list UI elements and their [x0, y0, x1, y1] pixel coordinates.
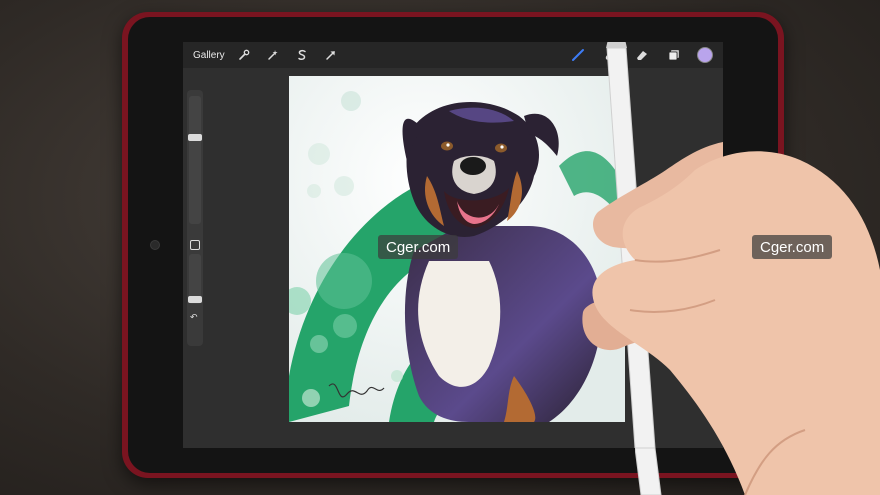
- watermark-left: Cger.com: [378, 235, 459, 259]
- brush-size-thumb[interactable]: [188, 134, 202, 141]
- brush-size-slider[interactable]: [188, 96, 202, 224]
- drawing-hand-off-screen: [592, 151, 880, 495]
- modify-button[interactable]: [190, 240, 200, 250]
- undo-button[interactable]: ↶: [190, 312, 198, 323]
- opacity-slider[interactable]: [188, 254, 202, 304]
- gallery-button[interactable]: Gallery: [193, 50, 225, 61]
- selection-s-icon[interactable]: [293, 46, 311, 64]
- opacity-thumb[interactable]: [188, 296, 202, 303]
- watermark-right: Cger.com: [752, 235, 833, 259]
- front-camera: [150, 240, 160, 250]
- transform-arrow-icon[interactable]: [322, 46, 340, 64]
- left-sidebar: ↶: [187, 90, 203, 346]
- wrench-icon[interactable]: [235, 46, 253, 64]
- apple-pencil-end: [635, 448, 662, 495]
- magic-wand-icon[interactable]: [264, 46, 282, 64]
